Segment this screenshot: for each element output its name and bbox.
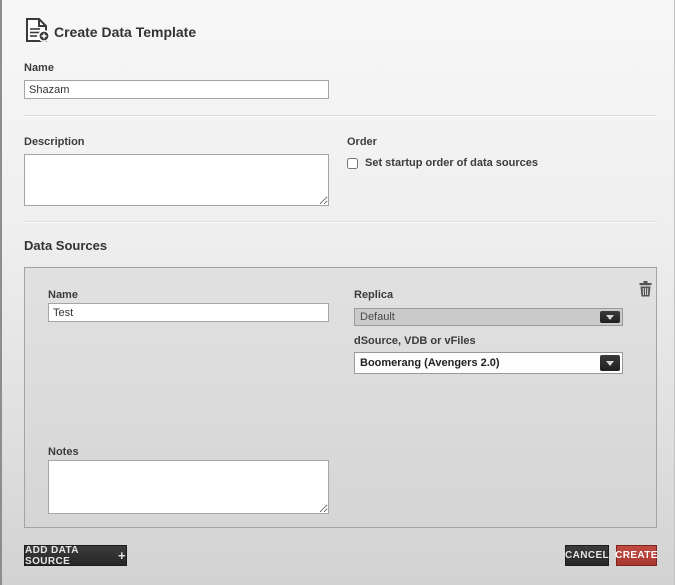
add-data-source-label: ADD DATA SOURCE <box>25 545 112 567</box>
create-button-label: CREATE <box>615 550 658 561</box>
notes-textarea[interactable] <box>48 460 329 514</box>
dsource-vdb-vfiles-label: dSource, VDB or vFiles <box>354 335 476 347</box>
name-label: Name <box>24 62 54 74</box>
dsource-selected-value: Boomerang (Avengers 2.0) <box>355 357 622 369</box>
replica-selected-value: Default <box>355 311 622 323</box>
cancel-button-label: CANCEL <box>565 550 609 561</box>
notes-label: Notes <box>48 446 79 458</box>
name-input[interactable] <box>24 80 329 99</box>
replica-label: Replica <box>354 289 393 301</box>
replica-select[interactable]: Default <box>354 308 623 326</box>
divider <box>24 115 657 117</box>
plus-icon: + <box>118 551 126 561</box>
create-button[interactable]: CREATE <box>616 545 657 566</box>
order-label: Order <box>347 136 377 148</box>
source-name-input[interactable] <box>48 303 329 322</box>
data-sources-heading: Data Sources <box>24 238 107 253</box>
data-source-card: Name Replica Default dSource, VDB or vFi… <box>24 267 657 528</box>
document-plus-icon <box>24 18 50 42</box>
source-name-label: Name <box>48 289 78 301</box>
startup-order-checkbox[interactable] <box>347 158 358 169</box>
cancel-button[interactable]: CANCEL <box>565 545 609 566</box>
create-data-template-dialog: Create Data Template Name Description Or… <box>0 0 675 585</box>
description-label: Description <box>24 136 85 148</box>
description-textarea[interactable] <box>24 154 329 206</box>
divider <box>24 221 657 223</box>
trash-icon[interactable] <box>639 281 652 297</box>
caret-down-icon[interactable] <box>600 355 620 371</box>
caret-down-icon[interactable] <box>600 311 620 323</box>
dsource-select[interactable]: Boomerang (Avengers 2.0) <box>354 352 623 374</box>
add-data-source-button[interactable]: ADD DATA SOURCE + <box>24 545 127 566</box>
page-title: Create Data Template <box>54 24 196 40</box>
startup-order-checkbox-label: Set startup order of data sources <box>365 157 538 169</box>
startup-order-row: Set startup order of data sources <box>347 157 538 169</box>
